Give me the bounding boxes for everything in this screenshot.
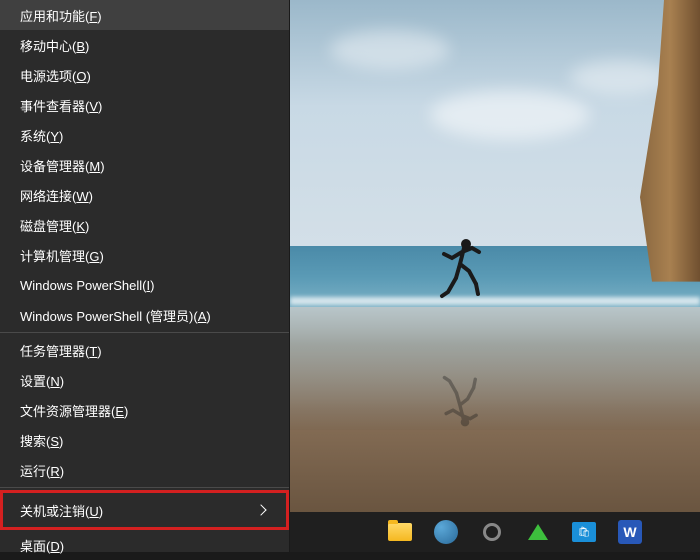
menu-disk-management[interactable]: 磁盘管理(K)	[0, 210, 289, 240]
winx-context-menu: 应用和功能(F) 移动中心(B) 电源选项(O) 事件查看器(V) 系统(Y) 设备管理器…	[0, 0, 290, 552]
menu-file-explorer[interactable]: 文件资源管理器(E)	[0, 395, 289, 425]
menu-item-label: 设置(N)	[20, 371, 64, 390]
wallpaper-sky	[290, 0, 700, 266]
menu-task-manager[interactable]: 任务管理器(T)	[0, 335, 289, 365]
menu-shutdown-signout[interactable]: 关机或注销(U)	[0, 490, 289, 530]
menu-divider	[0, 487, 289, 488]
app-icon	[434, 520, 458, 544]
taskbar: 🛍W	[290, 512, 700, 552]
menu-powershell-admin[interactable]: Windows PowerShell (管理员)(A)	[0, 300, 289, 330]
menu-device-manager[interactable]: 设备管理器(M)	[0, 150, 289, 180]
taskbar-file-explorer[interactable]	[378, 512, 422, 552]
taskbar-settings[interactable]	[470, 512, 514, 552]
menu-item-label: 电源选项(O)	[20, 66, 91, 85]
menu-item-label: 磁盘管理(K)	[20, 216, 89, 235]
wallpaper-runner-reflection	[434, 369, 484, 429]
menu-item-label: 网络连接(W)	[20, 186, 93, 205]
menu-item-label: 系统(Y)	[20, 126, 63, 145]
menu-item-label: 关机或注销(U)	[20, 501, 103, 520]
menu-item-label: 事件查看器(V)	[20, 96, 102, 115]
word-icon: W	[618, 520, 642, 544]
menu-run[interactable]: 运行(R)	[0, 455, 289, 485]
taskbar-store[interactable]: 🛍	[562, 512, 606, 552]
menu-system[interactable]: 系统(Y)	[0, 120, 289, 150]
menu-event-viewer[interactable]: 事件查看器(V)	[0, 90, 289, 120]
menu-item-label: 移动中心(B)	[20, 36, 89, 55]
menu-settings[interactable]: 设置(N)	[0, 365, 289, 395]
gear-icon	[480, 520, 504, 544]
menu-item-label: 任务管理器(T)	[20, 341, 102, 360]
menu-mobility-center[interactable]: 移动中心(B)	[0, 30, 289, 60]
folder-icon	[388, 523, 412, 541]
menu-powershell[interactable]: Windows PowerShell(I)	[0, 270, 289, 300]
menu-desktop[interactable]: 桌面(D)	[0, 530, 289, 560]
taskbar-word[interactable]: W	[608, 512, 652, 552]
chevron-right-icon	[255, 504, 266, 515]
taskbar-app-blue[interactable]	[424, 512, 468, 552]
menu-power-options[interactable]: 电源选项(O)	[0, 60, 289, 90]
menu-item-label: Windows PowerShell(I)	[20, 278, 154, 293]
desktop-wallpaper	[290, 0, 700, 512]
wallpaper-runner	[434, 236, 484, 306]
menu-search[interactable]: 搜索(S)	[0, 425, 289, 455]
taskbar-upload[interactable]	[516, 512, 560, 552]
menu-item-label: 运行(R)	[20, 461, 64, 480]
menu-apps-features[interactable]: 应用和功能(F)	[0, 0, 289, 30]
menu-item-label: 应用和功能(F)	[20, 6, 102, 25]
menu-divider	[0, 332, 289, 333]
menu-network-connections[interactable]: 网络连接(W)	[0, 180, 289, 210]
wallpaper-beach	[290, 307, 700, 512]
menu-item-label: 文件资源管理器(E)	[20, 401, 128, 420]
store-icon: 🛍	[572, 522, 596, 542]
arrow-up-icon	[528, 524, 548, 540]
menu-item-label: 设备管理器(M)	[20, 156, 105, 175]
menu-item-label: 搜索(S)	[20, 431, 63, 450]
menu-item-label: 计算机管理(G)	[20, 246, 104, 265]
menu-computer-management[interactable]: 计算机管理(G)	[0, 240, 289, 270]
menu-item-label: Windows PowerShell (管理员)(A)	[20, 306, 211, 325]
